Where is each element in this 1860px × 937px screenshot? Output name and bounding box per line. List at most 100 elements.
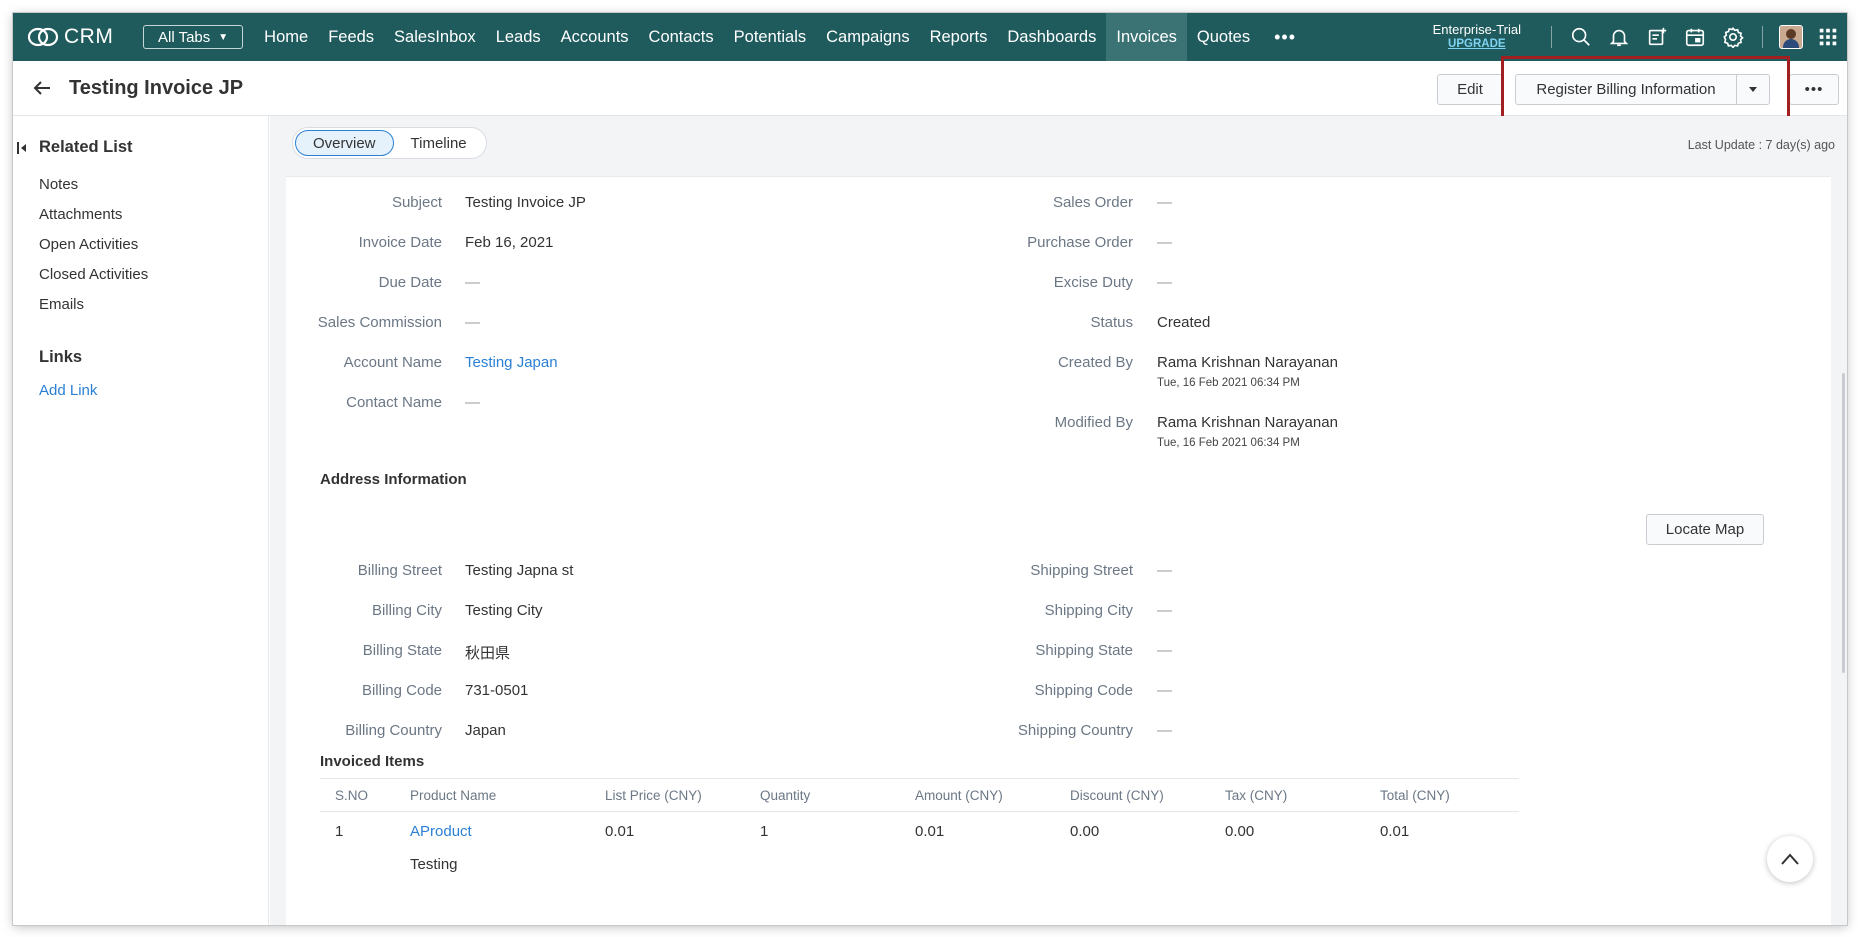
column-header: List Price (CNY) [605,788,702,803]
record-header: Testing Invoice JP Edit Register Billing… [13,61,1847,116]
tab-contacts[interactable]: Contacts [639,13,724,61]
locate-map-button[interactable]: Locate Map [1646,514,1764,545]
field-value-shipping-street[interactable]: — [1157,562,1172,579]
field-value-sales-order[interactable]: — [1157,194,1172,211]
sidebar-item-notes[interactable]: Notes [39,176,78,193]
more-actions-button[interactable]: ••• [1789,74,1839,105]
field-label-excise-duty: Excise Duty [1053,274,1133,291]
register-billing-dropdown-button[interactable] [1736,74,1770,105]
scroll-to-top-button[interactable] [1767,836,1813,882]
field-value-purchase-order[interactable]: — [1157,234,1172,251]
trial-label: Enterprise-Trial [1432,22,1521,37]
edit-button[interactable]: Edit [1437,74,1503,105]
calendar-icon[interactable] [1676,13,1714,61]
tab-potentials[interactable]: Potentials [724,13,816,61]
field-value-contact-name[interactable]: — [465,394,480,411]
tab-feeds[interactable]: Feeds [318,13,384,61]
field-label-shipping-street: Shipping Street [1030,562,1133,579]
field-value-subject[interactable]: Testing Invoice JP [465,194,586,211]
field-value-shipping-state[interactable]: — [1157,642,1172,659]
column-header: Total (CNY) [1380,788,1450,803]
column-header: Tax (CNY) [1225,788,1288,803]
crm-logo-icon [27,27,59,47]
field-value-account-name[interactable]: Testing Japan [465,354,558,371]
tab-home[interactable]: Home [254,13,318,61]
all-tabs-label: All Tabs [158,28,211,46]
register-billing-button[interactable]: Register Billing Information [1515,74,1737,105]
tab-overview[interactable]: Overview [295,130,394,156]
cell-total: 0.01 [1380,823,1410,840]
vertical-scrollbar[interactable] [1842,373,1845,673]
field-label-billing-state: Billing State [362,642,442,659]
field-value-billing-country[interactable]: Japan [465,722,506,739]
bell-icon[interactable] [1600,13,1638,61]
tab-invoices[interactable]: Invoices [1106,13,1187,61]
nav-right: Enterprise-Trial UPGRADE [1433,13,1847,61]
field-value-shipping-city[interactable]: — [1157,602,1172,619]
sidebar-item-emails[interactable]: Emails [39,296,84,313]
tab-dashboards[interactable]: Dashboards [997,13,1106,61]
cell-quantity: 1 [760,823,769,840]
field-label-billing-street: Billing Street [357,562,442,579]
cell-amount: 0.01 [915,823,945,840]
column-header: Quantity [760,788,811,803]
field-value-status[interactable]: Created [1157,314,1210,331]
cell-discount: 0.00 [1070,823,1100,840]
field-value-billing-state[interactable]: 秋田県 [465,642,510,663]
add-note-icon[interactable] [1638,13,1676,61]
tab-leads[interactable]: Leads [486,13,551,61]
add-link[interactable]: Add Link [39,382,97,399]
field-label-status: Status [1090,314,1133,331]
links-heading: Links [39,348,83,366]
search-icon[interactable] [1562,13,1600,61]
record-title: Testing Invoice JP [69,76,244,99]
field-value-created-by: Rama Krishnan Narayanan [1157,354,1338,371]
tab-accounts[interactable]: Accounts [551,13,639,61]
field-value-excise-duty[interactable]: — [1157,274,1172,291]
field-value-billing-street[interactable]: Testing Japna st [465,562,573,579]
address-section-heading: Address Information [320,471,467,488]
field-label-sales-order: Sales Order [1052,194,1133,211]
upgrade-link[interactable]: UPGRADE [1433,37,1521,52]
field-label-due-date: Due Date [378,274,442,291]
field-label-created-by: Created By [1057,354,1133,371]
more-tabs-button[interactable]: ••• [1260,13,1310,61]
sidebar-item-attachments[interactable]: Attachments [39,206,122,223]
field-value-sales-commission[interactable]: — [465,314,480,331]
related-list-heading: Related List [39,138,133,156]
tab-quotes[interactable]: Quotes [1187,13,1260,61]
tab-timeline[interactable]: Timeline [394,130,484,156]
top-nav: CRM All Tabs ▼ Home Feeds SalesInbox Lea… [13,13,1847,61]
field-label-sales-commission: Sales Commission [317,314,442,331]
tab-reports[interactable]: Reports [920,13,998,61]
created-time: Tue, 16 Feb 2021 06:34 PM [1157,377,1300,389]
column-header: Amount (CNY) [915,788,1003,803]
field-value-shipping-country[interactable]: — [1157,722,1172,739]
column-header: S.NO [335,788,369,803]
related-list-sidebar: Related List Notes Attachments Open Acti… [13,116,269,925]
cell-sno: 1 [335,823,344,840]
view-toggle: Overview Timeline [292,127,487,159]
field-value-shipping-code[interactable]: — [1157,682,1172,699]
cell-product-name[interactable]: AProduct [410,823,472,840]
last-update: Last Update : 7 day(s) ago [1687,138,1835,152]
tab-salesinbox[interactable]: SalesInbox [384,13,486,61]
sidebar-item-closed-activities[interactable]: Closed Activities [39,266,148,283]
field-label-shipping-country: Shipping Country [1017,722,1133,739]
all-tabs-dropdown[interactable]: All Tabs ▼ [143,25,244,49]
field-value-billing-city[interactable]: Testing City [465,602,543,619]
chevron-up-icon [1781,853,1799,865]
field-value-invoice-date[interactable]: Feb 16, 2021 [465,234,553,251]
back-arrow-icon[interactable] [29,75,55,101]
settings-gear-icon[interactable] [1714,13,1752,61]
field-value-due-date[interactable]: — [465,274,480,291]
collapse-sidebar-icon[interactable] [17,140,27,156]
divider [1551,26,1552,48]
tab-campaigns[interactable]: Campaigns [816,13,919,61]
trial-info: Enterprise-Trial UPGRADE [1433,22,1521,52]
user-avatar[interactable] [1779,25,1803,49]
apps-grid-icon[interactable] [1809,13,1847,61]
sidebar-item-open-activities[interactable]: Open Activities [39,236,138,253]
crm-logo[interactable]: CRM [27,25,127,49]
field-value-billing-code[interactable]: 731-0501 [465,682,528,699]
